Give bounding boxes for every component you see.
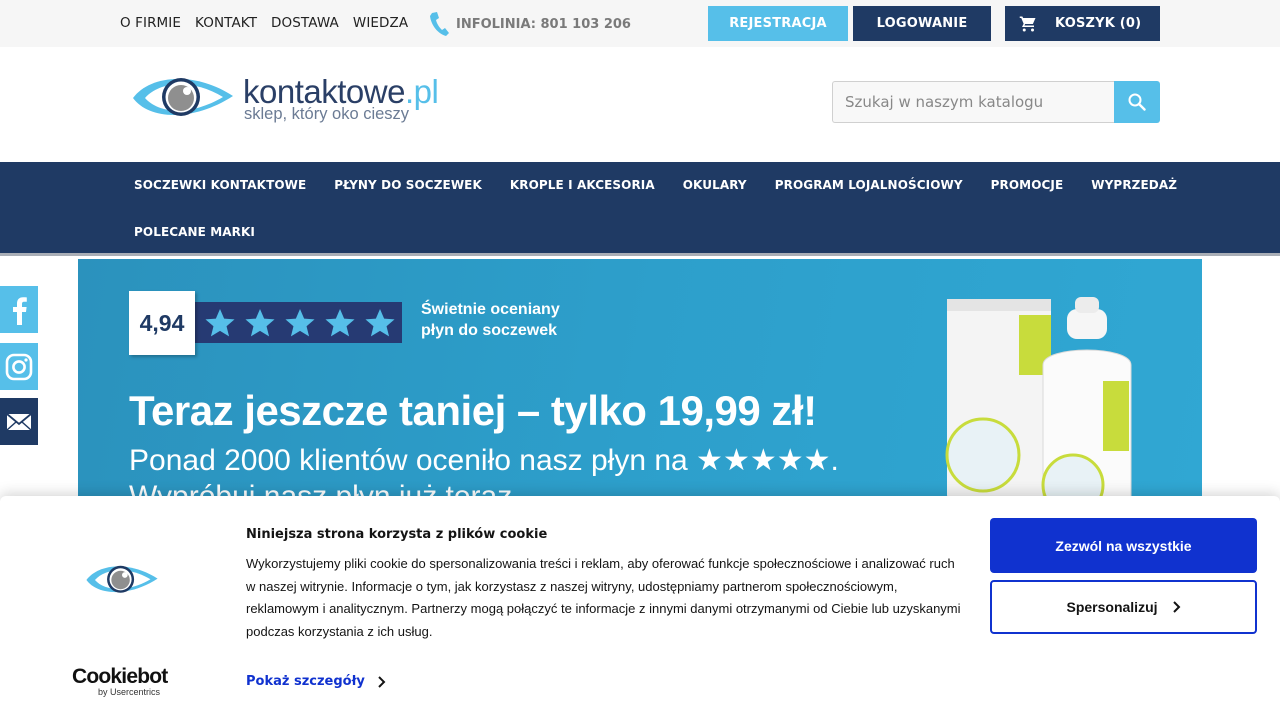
- show-details-link[interactable]: Pokaż szczegóły: [246, 674, 386, 689]
- rated-line-2: płyn do soczewek: [421, 322, 558, 339]
- cart-button[interactable]: KOSZYK (0): [1005, 6, 1160, 41]
- promo-banner[interactable]: 4,94 Świetnie oceniany płyn do soczewek …: [78, 259, 1202, 499]
- cart-icon: [1019, 16, 1036, 31]
- star-icon: [285, 308, 315, 336]
- cookie-consent-dialog: Cookiebot by Usercentrics Niniejsza stro…: [0, 496, 1280, 720]
- nav-item-glasses[interactable]: OKULARY: [683, 178, 747, 192]
- cookiebot-logo[interactable]: Cookiebot by Usercentrics: [72, 665, 168, 697]
- banner-headline: Teraz jeszcze taniej – tylko 19,99 zł!: [129, 387, 817, 434]
- logo-tld: .pl: [404, 73, 439, 110]
- rated-line-1: Świetnie oceniany: [421, 301, 560, 318]
- star-icon: [245, 308, 275, 336]
- hotline-text: INFOLINIA: 801 103 206: [456, 16, 631, 32]
- star-icon: [325, 308, 355, 336]
- main-nav: SOCZEWKI KONTAKTOWE PŁYNY DO SOCZEWEK KR…: [0, 162, 1280, 256]
- star-icon: [205, 308, 235, 336]
- site-logo[interactable]: kontaktowe.pl sklep, który oko cieszy: [131, 68, 441, 128]
- mail-icon: [6, 412, 32, 431]
- nav-row-2: POLECANE MARKI: [134, 225, 255, 239]
- search-button[interactable]: [1114, 81, 1160, 123]
- email-link[interactable]: [0, 398, 38, 445]
- rating-value: 4,94: [129, 291, 195, 355]
- search-icon: [1128, 93, 1146, 111]
- instagram-link[interactable]: [0, 343, 38, 390]
- rated-caption: Świetnie oceniany płyn do soczewek: [421, 299, 560, 341]
- cookie-text: Wykorzystujemy pliki cookie do spersonal…: [246, 556, 961, 639]
- nav-item-drops-accessories[interactable]: KROPLE I AKCESORIA: [510, 178, 655, 192]
- phone-icon: [430, 12, 449, 36]
- chevron-right-icon: [1172, 601, 1180, 613]
- login-button[interactable]: LOGOWANIE: [853, 6, 991, 41]
- banner-subline: Ponad 2000 klientów oceniło nasz płyn na…: [129, 443, 839, 499]
- star-icon: [365, 308, 395, 336]
- site-logo-eye-icon: [86, 565, 158, 593]
- cookie-title: Niniejsza strona korzysta z plików cooki…: [246, 527, 548, 542]
- hotline[interactable]: INFOLINIA: 801 103 206: [428, 10, 631, 38]
- logo-name: kontaktowe.pl: [243, 73, 439, 110]
- instagram-icon: [5, 353, 33, 380]
- top-bar: O FIRMIE KONTAKT DOSTAWA WIEDZA INFOLINI…: [0, 0, 1280, 47]
- logo-tagline: sklep, który oko cieszy: [244, 105, 410, 123]
- nav-item-loyalty[interactable]: PROGRAM LOJALNOŚCIOWY: [775, 178, 963, 192]
- facebook-link[interactable]: [0, 286, 38, 333]
- top-link-about[interactable]: O FIRMIE: [120, 15, 181, 31]
- top-link-contact[interactable]: KONTAKT: [195, 15, 257, 31]
- eye-logo-icon: [133, 78, 233, 116]
- rating-stars: [195, 302, 402, 343]
- facebook-icon: [13, 296, 27, 325]
- top-link-delivery[interactable]: DOSTAWA: [271, 15, 339, 31]
- show-details-label: Pokaż szczegóły: [246, 674, 365, 689]
- nav-item-sale[interactable]: WYPRZEDAŻ: [1091, 178, 1177, 192]
- banner-subline-1: Ponad 2000 klientów oceniło nasz płyn na…: [129, 444, 839, 477]
- customize-label: Spersonalizuj: [1066, 599, 1158, 615]
- register-label: REJESTRACJA: [729, 16, 827, 31]
- chevron-right-icon: [378, 675, 386, 688]
- customize-button[interactable]: Spersonalizuj: [990, 580, 1257, 634]
- top-link-knowledge[interactable]: WIEDZA: [353, 15, 408, 31]
- nav-item-contact-lenses[interactable]: SOCZEWKI KONTAKTOWE: [134, 178, 306, 192]
- nav-row-1: SOCZEWKI KONTAKTOWE PŁYNY DO SOCZEWEK KR…: [134, 178, 1177, 192]
- search-input[interactable]: [832, 81, 1114, 123]
- nav-item-promotions[interactable]: PROMOCJE: [991, 178, 1064, 192]
- top-links: O FIRMIE KONTAKT DOSTAWA WIEDZA: [120, 15, 408, 31]
- nav-item-brands[interactable]: POLECANE MARKI: [134, 225, 255, 239]
- product-bottles-image: [945, 297, 1132, 499]
- allow-all-button[interactable]: Zezwól na wszystkie: [990, 518, 1257, 573]
- nav-item-lens-solutions[interactable]: PŁYNY DO SOCZEWEK: [334, 178, 482, 192]
- register-button[interactable]: REJESTRACJA: [708, 6, 848, 41]
- login-label: LOGOWANIE: [876, 16, 968, 31]
- cookiebot-by: by Usercentrics: [98, 687, 161, 697]
- search-bar: [832, 81, 1160, 123]
- cart-label: KOSZYK (0): [1055, 16, 1142, 31]
- allow-all-label: Zezwól na wszystkie: [1055, 537, 1192, 554]
- cookiebot-name: Cookiebot: [72, 665, 168, 688]
